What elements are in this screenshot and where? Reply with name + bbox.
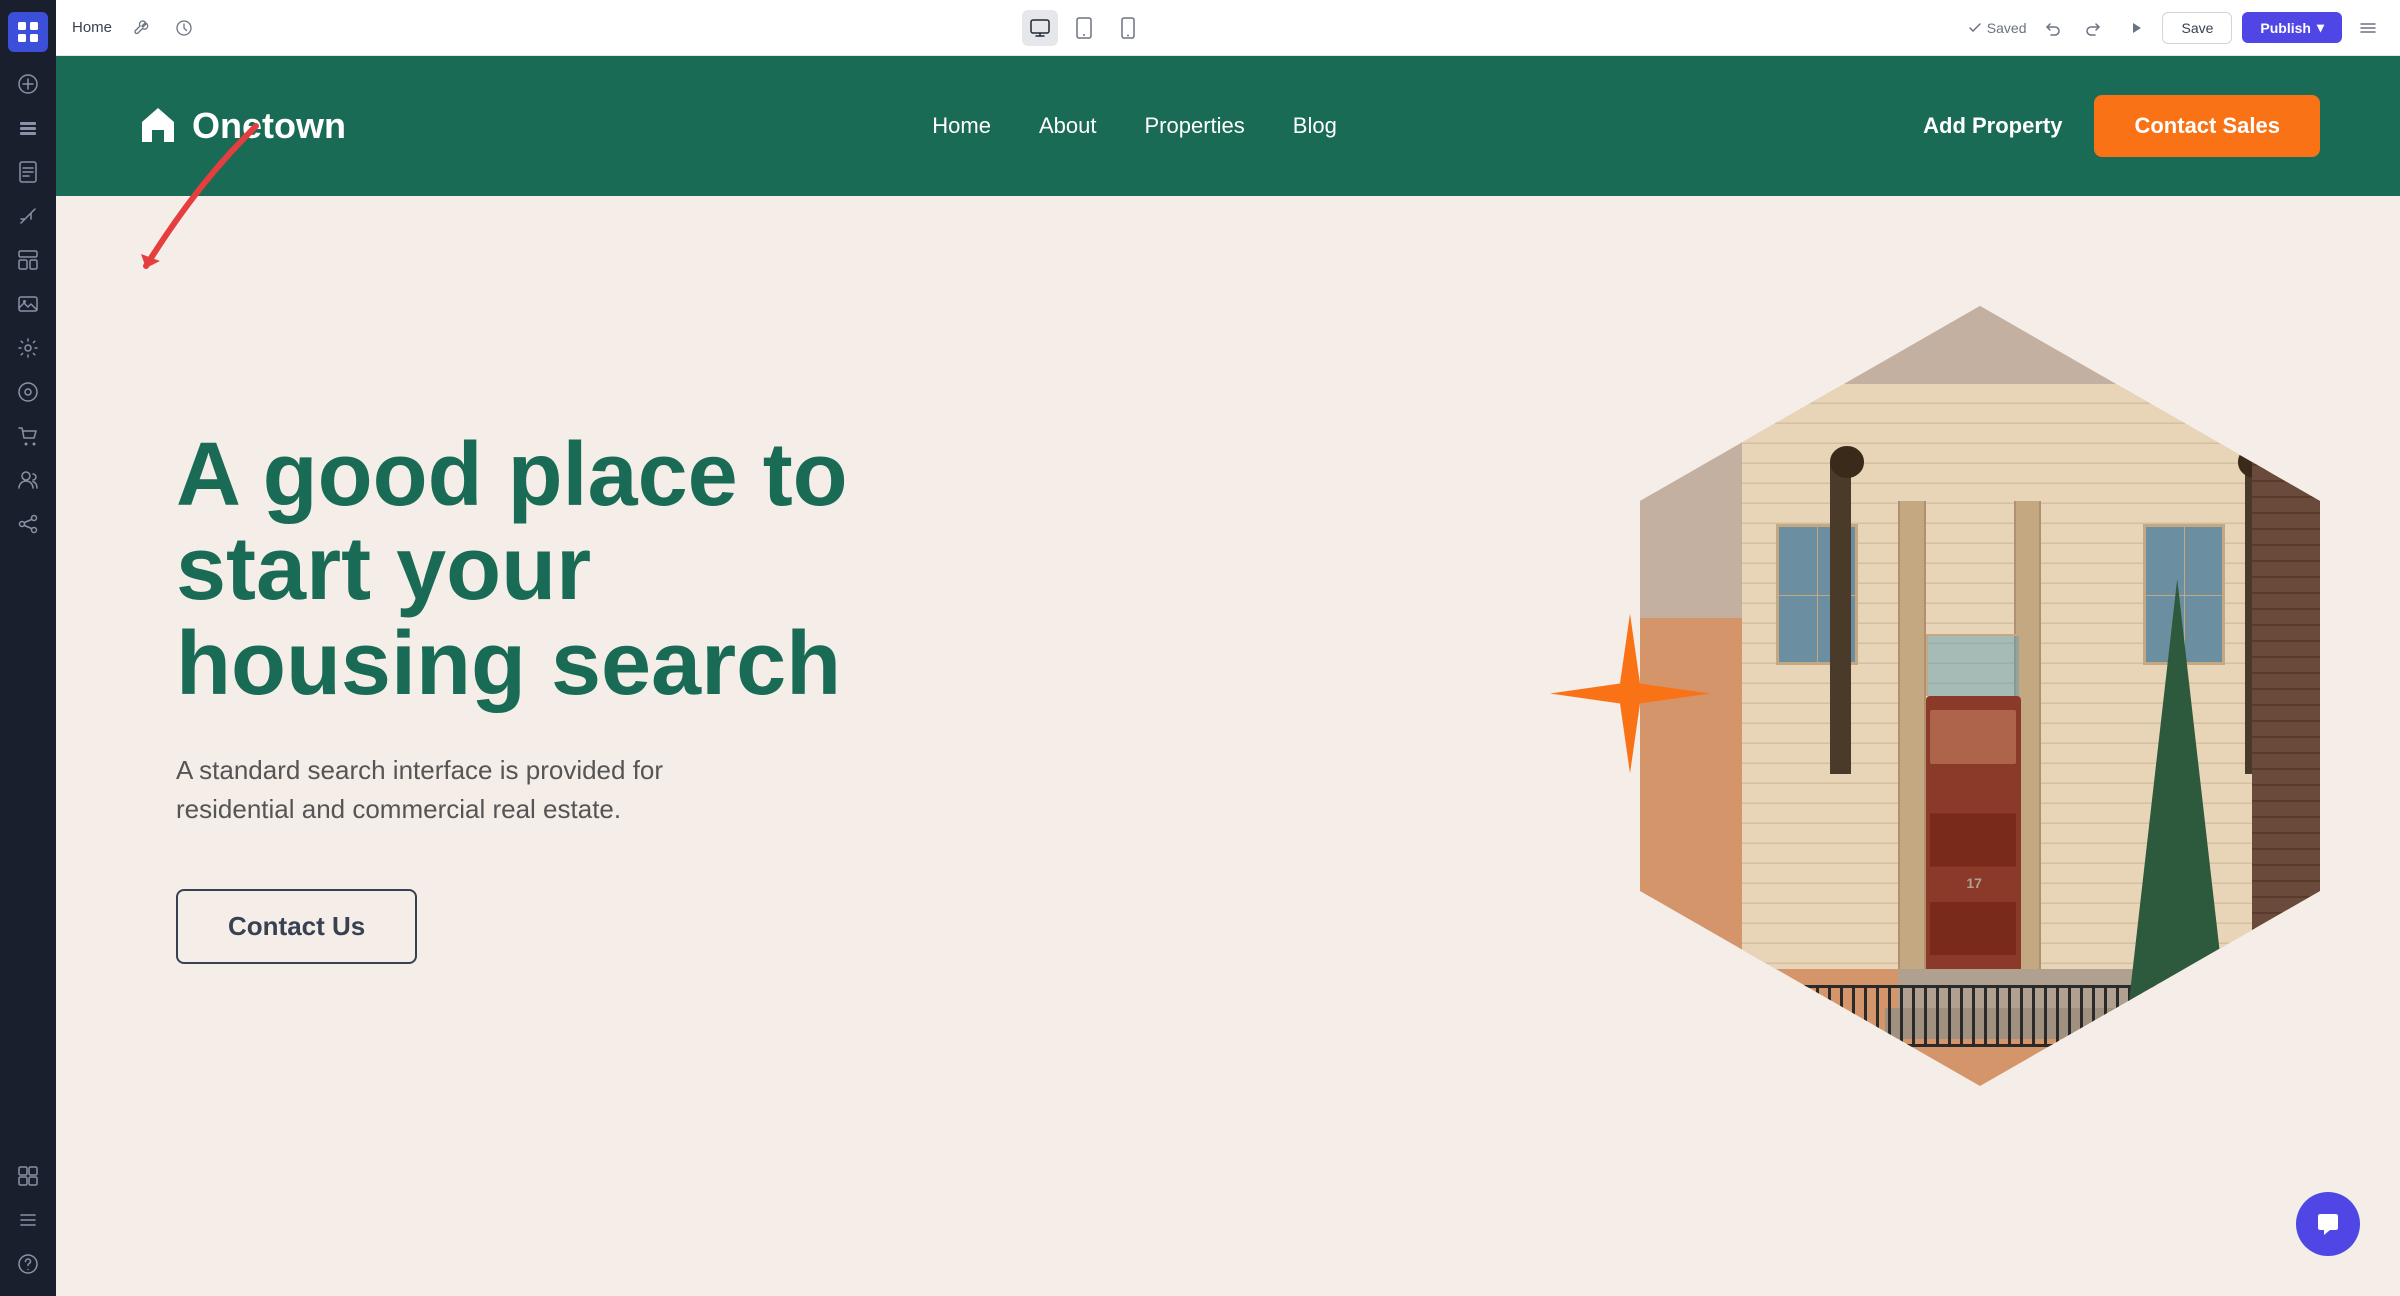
page-icon[interactable] — [8, 152, 48, 192]
nav-home[interactable]: Home — [932, 113, 991, 139]
history-button[interactable] — [168, 12, 200, 44]
saved-status: Saved — [1968, 20, 2027, 36]
integrations-icon[interactable] — [8, 504, 48, 544]
hero-section: A good place to start your housing searc… — [56, 196, 2400, 1196]
nav-links: Home About Properties Blog — [932, 113, 1337, 139]
mobile-button[interactable] — [1110, 10, 1146, 46]
navigation: Onetown Home About Properties Blog Add P… — [56, 56, 2400, 196]
website-preview: Onetown Home About Properties Blog Add P… — [56, 56, 2400, 1296]
hero-content: A good place to start your housing searc… — [176, 428, 876, 965]
tablet-button[interactable] — [1066, 10, 1102, 46]
logo: Onetown — [136, 102, 346, 151]
help-icon[interactable] — [8, 1244, 48, 1284]
hex-image-container: 17 — [1640, 306, 2320, 1086]
chat-bubble-button[interactable] — [2296, 1192, 2360, 1256]
add-section-icon[interactable] — [8, 64, 48, 104]
settings-icon[interactable] — [8, 328, 48, 368]
apps-icon[interactable] — [8, 12, 48, 52]
design-icon[interactable] — [8, 196, 48, 236]
sections-icon[interactable] — [8, 240, 48, 280]
topbar-left: Home — [72, 12, 200, 44]
members-icon[interactable] — [8, 460, 48, 500]
contact-sales-button[interactable]: Contact Sales — [2094, 95, 2320, 157]
star-decoration — [1540, 604, 1720, 789]
media-icon[interactable] — [8, 284, 48, 324]
hero-title: A good place to start your housing searc… — [176, 428, 876, 712]
layers-icon[interactable] — [8, 108, 48, 148]
page-title: Home — [72, 19, 112, 36]
redo-button[interactable] — [2078, 12, 2110, 44]
logo-text: Onetown — [192, 105, 346, 147]
nav-properties[interactable]: Properties — [1144, 113, 1244, 139]
blog-icon[interactable] — [8, 372, 48, 412]
nav-blog[interactable]: Blog — [1293, 113, 1337, 139]
main-area: Home — [56, 0, 2400, 1296]
undo-button[interactable] — [2036, 12, 2068, 44]
hero-image: 17 — [1640, 306, 2320, 1086]
hero-subtitle: A standard search interface is provided … — [176, 751, 736, 829]
menu-button[interactable] — [2352, 12, 2384, 44]
nav-about[interactable]: About — [1039, 113, 1097, 139]
device-switcher — [212, 10, 1956, 46]
shortcuts-icon[interactable] — [8, 1156, 48, 1196]
logo-icon — [136, 102, 180, 151]
hero-cta-button[interactable]: Contact Us — [176, 889, 417, 964]
nav-actions: Add Property Contact Sales — [1923, 95, 2320, 157]
publish-button[interactable]: Publish ▾ — [2242, 12, 2342, 43]
save-button[interactable]: Save — [2162, 12, 2232, 44]
desktop-button[interactable] — [1022, 10, 1058, 46]
canvas: Onetown Home About Properties Blog Add P… — [56, 56, 2400, 1296]
sidebar — [0, 0, 56, 1296]
house-image: 17 — [1640, 306, 2320, 1086]
preview-button[interactable] — [2120, 12, 2152, 44]
topbar-right: Saved Save Publish — [1968, 12, 2384, 44]
wrench-button[interactable] — [124, 12, 156, 44]
ecommerce-icon[interactable] — [8, 416, 48, 456]
topbar: Home — [56, 0, 2400, 56]
list-icon[interactable] — [8, 1200, 48, 1240]
saved-label: Saved — [1987, 20, 2027, 36]
add-property-button[interactable]: Add Property — [1923, 113, 2062, 139]
